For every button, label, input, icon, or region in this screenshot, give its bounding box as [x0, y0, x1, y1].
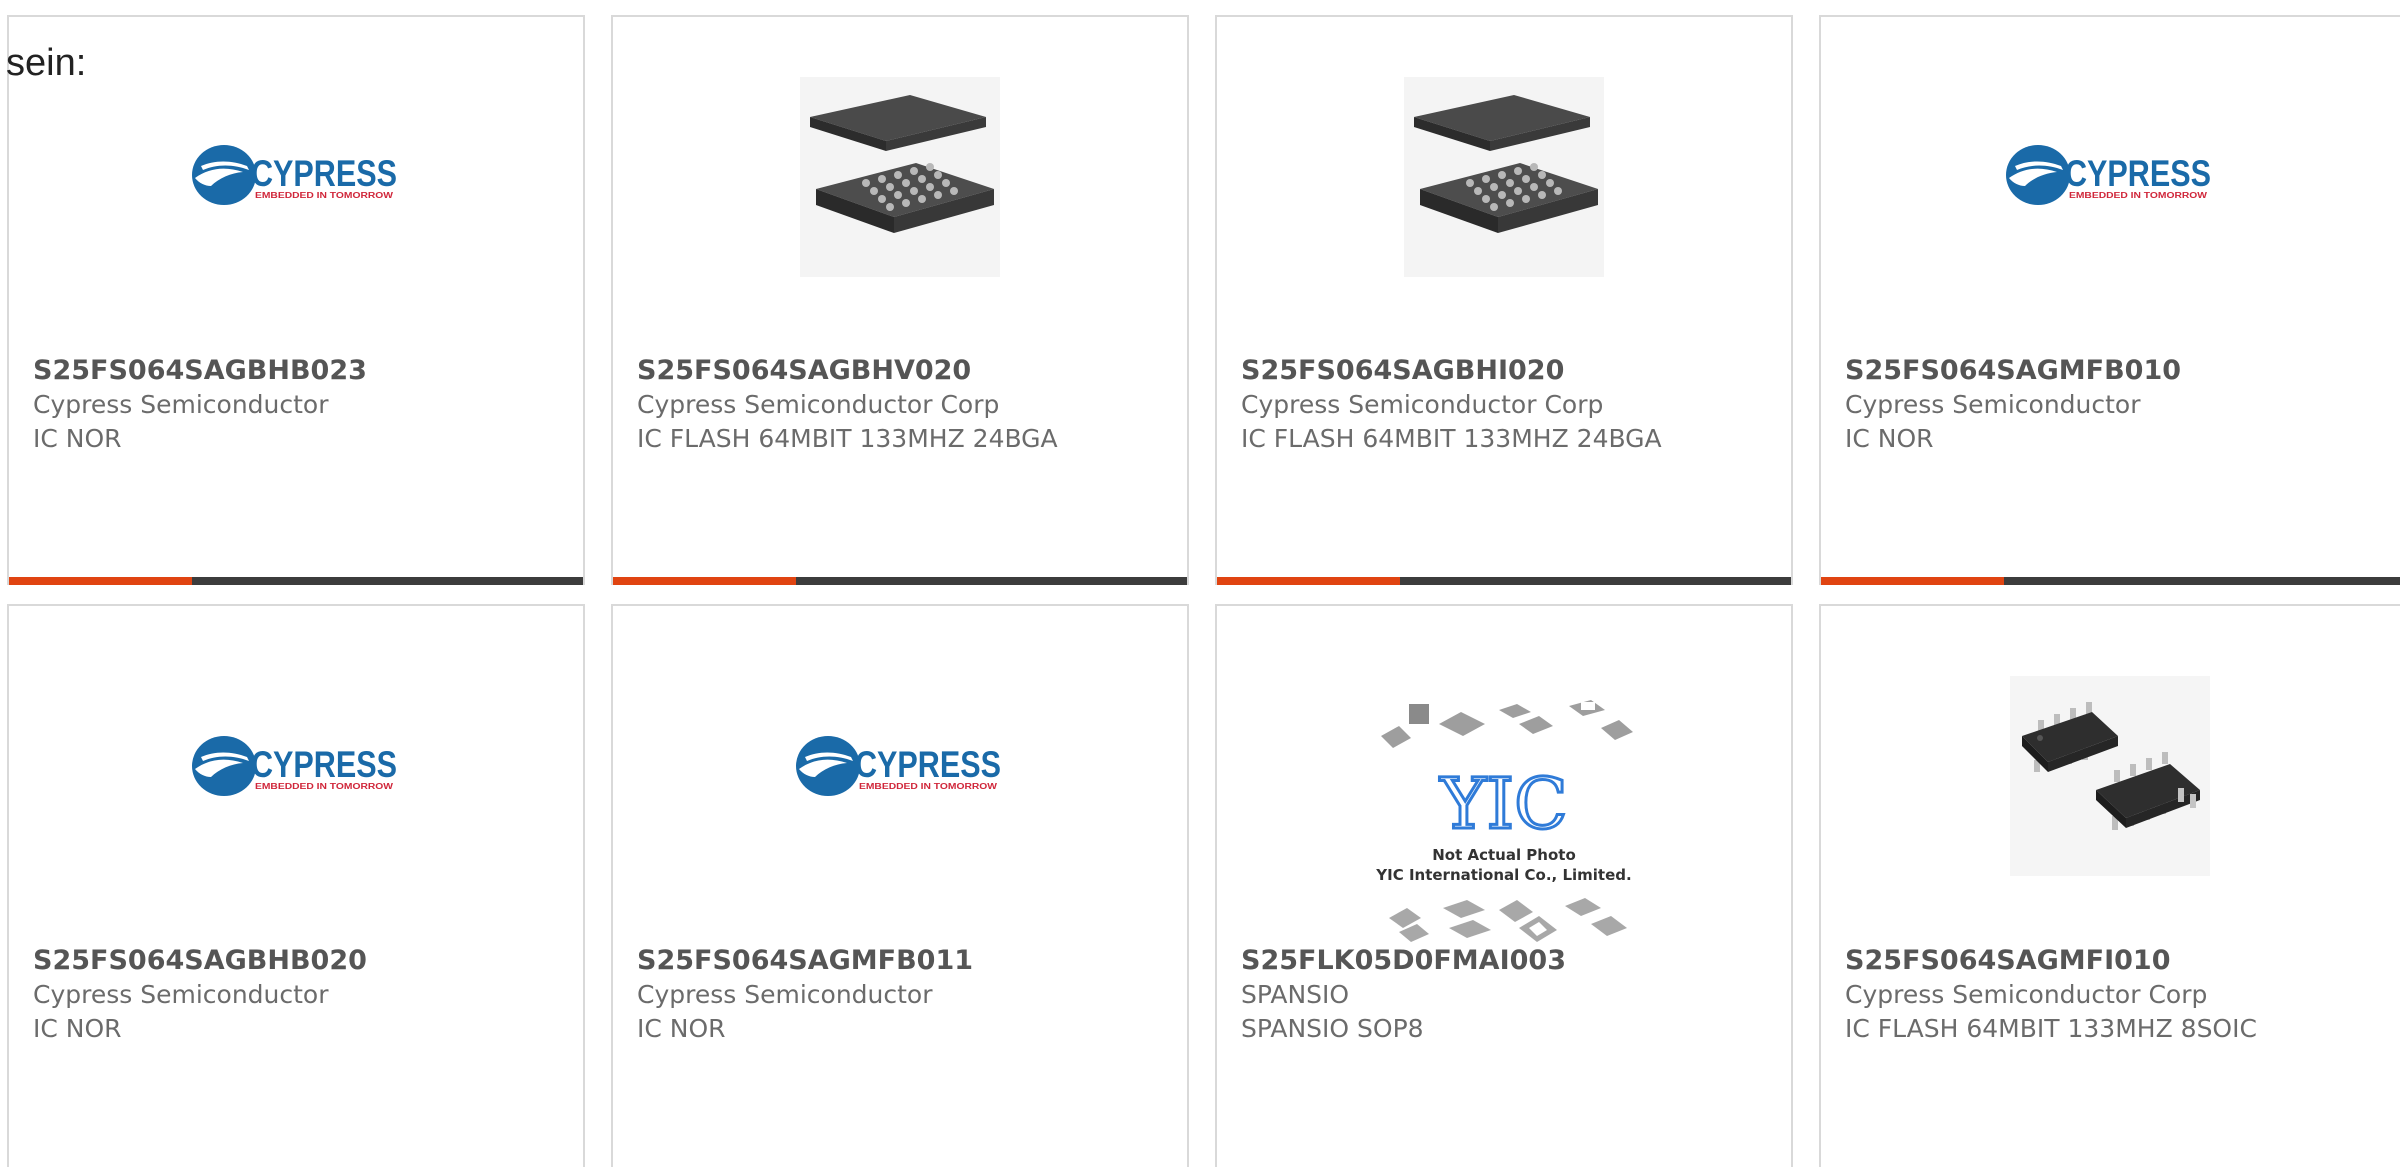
product-card[interactable]: CYPRESS EMBEDDED IN TOMORROW S25FS064SAG…	[1819, 15, 2400, 585]
svg-text:CYPRESS: CYPRESS	[251, 153, 397, 194]
description: IC FLASH 64MBIT 133MHZ 24BGA	[1241, 424, 1662, 453]
cypress-logo: CYPRESS EMBEDDED IN TOMORROW	[796, 736, 1001, 796]
svg-text:EMBEDDED IN TOMORROW: EMBEDDED IN TOMORROW	[255, 782, 394, 791]
manufacturer: Cypress Semiconductor Corp	[1845, 980, 2208, 1009]
description: IC NOR	[33, 424, 122, 453]
description: IC NOR	[637, 1014, 726, 1043]
card-bar-accent	[1821, 577, 2004, 585]
product-info: S25FS064SAGMFB010 Cypress Semiconductor …	[1845, 354, 2390, 456]
product-card[interactable]: CYPRESS EMBEDDED IN TOMORROW S25FS064SAG…	[611, 604, 1189, 1167]
manufacturer: Cypress Semiconductor Corp	[637, 390, 1000, 419]
svg-text:EMBEDDED IN TOMORROW: EMBEDDED IN TOMORROW	[255, 191, 394, 200]
product-image[interactable]: CYPRESS EMBEDDED IN TOMORROW	[1821, 77, 2399, 277]
description: IC NOR	[1845, 424, 1934, 453]
part-number[interactable]: S25FS064SAGMFB010	[1845, 354, 2390, 388]
part-number[interactable]: S25FS064SAGMFI010	[1845, 944, 2390, 978]
bga-chip-image	[800, 77, 1000, 277]
manufacturer: SPANSIO	[1241, 980, 1350, 1009]
svg-text:CYPRESS: CYPRESS	[855, 744, 1001, 785]
product-card[interactable]: S25FS064SAGBHV020 Cypress Semiconductor …	[611, 15, 1189, 585]
product-info: S25FLK05D0FMAI003 SPANSIO SPANSIO SOP8	[1241, 944, 1781, 1046]
card-bottom-bar	[1821, 577, 2400, 585]
soic-chip-image	[2010, 676, 2210, 876]
product-info: S25FS064SAGMFI010 Cypress Semiconductor …	[1845, 944, 2390, 1046]
manufacturer: Cypress Semiconductor	[637, 980, 933, 1009]
card-bottom-bar	[9, 577, 583, 585]
description: SPANSIO SOP8	[1241, 1014, 1424, 1043]
svg-text:EMBEDDED IN TOMORROW: EMBEDDED IN TOMORROW	[859, 782, 998, 791]
card-bottom-bar	[1217, 577, 1791, 585]
product-card[interactable]: CYPRESS EMBEDDED IN TOMORROW S25FS064SAG…	[7, 604, 585, 1167]
product-image[interactable]	[613, 77, 1187, 277]
svg-text:EMBEDDED IN TOMORROW: EMBEDDED IN TOMORROW	[2069, 191, 2208, 200]
card-bar-accent	[9, 577, 192, 585]
part-number[interactable]: S25FS064SAGMFB011	[637, 944, 1177, 978]
part-number[interactable]: S25FLK05D0FMAI003	[1241, 944, 1781, 978]
description: IC FLASH 64MBIT 133MHZ 24BGA	[637, 424, 1058, 453]
svg-text:CYPRESS: CYPRESS	[2065, 153, 2211, 194]
product-image[interactable]: CYPRESS EMBEDDED IN TOMORROW	[9, 668, 583, 868]
product-image[interactable]: CYPRESS EMBEDDED IN TOMORROW	[9, 77, 583, 277]
product-info: S25FS064SAGBHB020 Cypress Semiconductor …	[33, 944, 573, 1046]
product-grid-page: sein: CYPRESS EMBEDDED IN TOMORROW S25FS…	[0, 0, 2400, 1167]
part-number[interactable]: S25FS064SAGBHV020	[637, 354, 1177, 388]
product-info: S25FS064SAGBHB023 Cypress Semiconductor …	[33, 354, 573, 456]
product-image[interactable]: YIC Not Actual Photo YIC International C…	[1217, 696, 1791, 946]
cypress-logo: CYPRESS EMBEDDED IN TOMORROW	[2006, 145, 2211, 205]
description: IC FLASH 64MBIT 133MHZ 8SOIC	[1845, 1014, 2257, 1043]
manufacturer: Cypress Semiconductor Corp	[1241, 390, 1604, 419]
svg-text:Not Actual Photo: Not Actual Photo	[1432, 846, 1576, 864]
product-card[interactable]: S25FS064SAGMFI010 Cypress Semiconductor …	[1819, 604, 2400, 1167]
bga-chip-image	[1404, 77, 1604, 277]
svg-text:YIC International Co., Limited: YIC International Co., Limited.	[1375, 866, 1631, 884]
product-info: S25FS064SAGBHV020 Cypress Semiconductor …	[637, 354, 1177, 456]
product-image[interactable]	[1217, 77, 1791, 277]
manufacturer: Cypress Semiconductor	[1845, 390, 2141, 419]
card-bar-accent	[613, 577, 796, 585]
cypress-logo: CYPRESS EMBEDDED IN TOMORROW	[192, 145, 397, 205]
product-image[interactable]	[1821, 676, 2399, 876]
card-bottom-bar	[613, 577, 1187, 585]
part-number[interactable]: S25FS064SAGBHB023	[33, 354, 573, 388]
intro-text: sein:	[6, 42, 87, 84]
svg-text:YIC: YIC	[1439, 763, 1567, 845]
yic-placeholder-image: YIC Not Actual Photo YIC International C…	[1375, 700, 1633, 942]
product-image[interactable]: CYPRESS EMBEDDED IN TOMORROW	[613, 668, 1187, 868]
product-info: S25FS064SAGBHI020 Cypress Semiconductor …	[1241, 354, 1781, 456]
product-info: S25FS064SAGMFB011 Cypress Semiconductor …	[637, 944, 1177, 1046]
product-card[interactable]: YIC Not Actual Photo YIC International C…	[1215, 604, 1793, 1167]
svg-text:CYPRESS: CYPRESS	[251, 744, 397, 785]
product-card[interactable]: S25FS064SAGBHI020 Cypress Semiconductor …	[1215, 15, 1793, 585]
product-card[interactable]: CYPRESS EMBEDDED IN TOMORROW S25FS064SAG…	[7, 15, 585, 585]
manufacturer: Cypress Semiconductor	[33, 980, 329, 1009]
part-number[interactable]: S25FS064SAGBHI020	[1241, 354, 1781, 388]
description: IC NOR	[33, 1014, 122, 1043]
cypress-logo: CYPRESS EMBEDDED IN TOMORROW	[192, 736, 397, 796]
card-bar-accent	[1217, 577, 1400, 585]
part-number[interactable]: S25FS064SAGBHB020	[33, 944, 573, 978]
manufacturer: Cypress Semiconductor	[33, 390, 329, 419]
